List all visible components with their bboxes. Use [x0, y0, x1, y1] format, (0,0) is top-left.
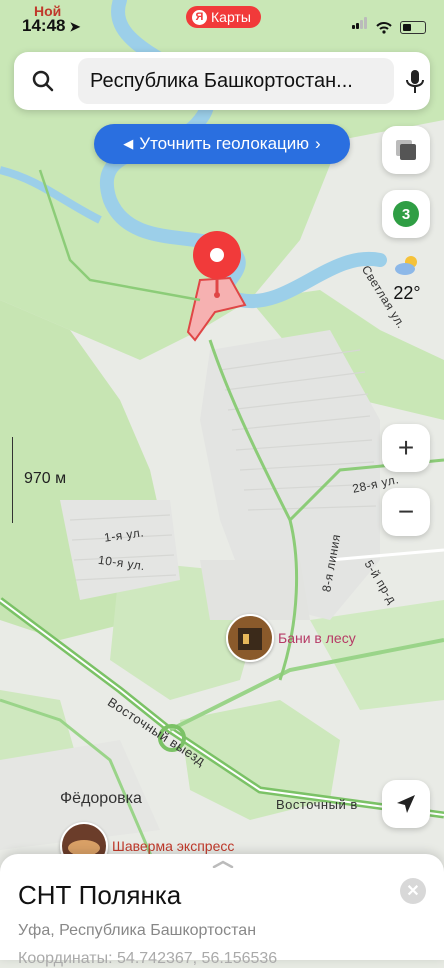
map-layers-button[interactable]	[382, 126, 430, 174]
partly-cloudy-icon	[395, 256, 417, 275]
layers-icon	[396, 140, 416, 160]
close-button[interactable]: ✕	[400, 878, 426, 904]
signal-icon	[352, 16, 368, 34]
settlement-label: Фёдоровка	[60, 790, 142, 807]
place-coordinates: Координаты: 54.742367, 56.156536	[18, 950, 278, 967]
zoom-out-button[interactable]: −	[382, 488, 430, 536]
poi-bani-label: Бани в лесу	[278, 630, 356, 646]
app-brand-label: Карты	[211, 9, 251, 25]
wifi-icon	[376, 22, 392, 34]
minus-icon: −	[397, 496, 415, 527]
poi-bani[interactable]: Бани в лесу	[226, 614, 356, 662]
zoom-in-button[interactable]: +	[382, 424, 430, 472]
place-title: СНТ Полянка	[18, 880, 182, 910]
status-icons	[352, 16, 426, 34]
poi-shaverma-label: Шаверма экспресс	[112, 838, 235, 854]
map-scale-bar	[12, 437, 13, 523]
navigation-arrow-icon	[397, 795, 415, 813]
microphone-icon[interactable]	[404, 68, 426, 96]
yandex-logo-icon: Я	[192, 9, 207, 25]
place-address: Уфа, Республика Башкортостан	[18, 922, 257, 939]
location-arrow-icon: ➤	[69, 19, 81, 34]
plus-icon: +	[397, 432, 415, 463]
status-bar: Ной 14:48 ➤ Я Карты	[0, 0, 444, 40]
battery-icon	[400, 21, 426, 34]
close-icon: ✕	[406, 883, 420, 900]
search-bar[interactable]: Республика Башкортостан...	[14, 52, 430, 110]
navigation-arrow-icon: ◀	[123, 136, 134, 151]
refine-geolocation-button[interactable]: ◀ Уточнить геолокацию ›	[94, 124, 350, 164]
place-card[interactable]: СНТ Полянка Уфа, Республика Башкортостан…	[0, 854, 444, 967]
sauna-photo-icon	[226, 614, 274, 662]
highway-label: Восточный в	[276, 797, 358, 812]
refine-geolocation-label: Уточнить геолокацию	[139, 134, 310, 153]
traffic-button[interactable]: 3	[382, 190, 430, 238]
search-icon	[32, 70, 54, 92]
search-input[interactable]: Республика Башкортостан...	[78, 58, 394, 104]
sheet-handle-icon[interactable]	[212, 860, 234, 868]
app-brand-badge[interactable]: Я Карты	[186, 6, 261, 28]
traffic-level-badge: 3	[393, 201, 419, 227]
my-location-button[interactable]	[382, 780, 430, 828]
map-scale-label: 970 м	[24, 470, 67, 487]
chevron-right-icon: ›	[315, 134, 321, 153]
status-time: 14:48 ➤	[22, 16, 81, 35]
